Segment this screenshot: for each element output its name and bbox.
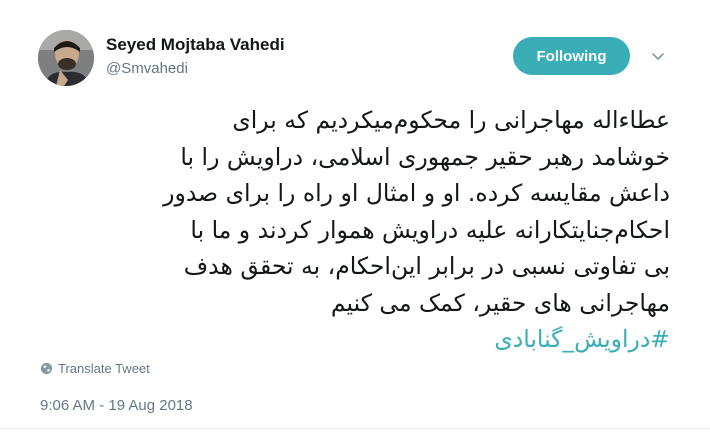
hashtag-link[interactable]: #دراویش_گنابادی xyxy=(30,321,670,358)
tweet-text-line: داعش مقایسه کرده. او و امثال او راه را ب… xyxy=(163,179,670,207)
avatar-image xyxy=(38,30,94,86)
tweet-timestamp[interactable]: 9:06 AM - 19 Aug 2018 xyxy=(40,397,193,414)
display-name[interactable]: Seyed Mojtaba Vahedi xyxy=(106,35,285,55)
tweet-text-line: عطاءاله مهاجرانی را محکوم‌میکردیم که برا… xyxy=(232,106,670,134)
user-handle[interactable]: @Smvahedi xyxy=(106,60,188,77)
chevron-down-icon[interactable] xyxy=(648,46,668,66)
globe-icon xyxy=(40,362,53,375)
divider xyxy=(0,428,710,429)
tweet-text-line: خوشامد رهبر حقیر جمهوری اسلامی، دراویش ر… xyxy=(180,142,670,171)
tweet-card: Seyed Mojtaba Vahedi @Smvahedi Following… xyxy=(0,0,710,432)
following-button[interactable]: Following xyxy=(513,37,630,75)
tweet-text-line: احکام‌جنایتکارانه علیه دراویش هموار کردن… xyxy=(190,215,670,244)
avatar[interactable] xyxy=(38,30,94,86)
translate-tweet-label[interactable]: Translate Tweet xyxy=(58,361,150,376)
tweet-text-line: مهاجرانی های حقیر، کمک می کنیم xyxy=(330,288,670,317)
tweet-text: عطاءاله مهاجرانی را محکوم‌میکردیم که برا… xyxy=(30,102,670,358)
translate-tweet-link[interactable]: Translate Tweet xyxy=(40,361,150,376)
tweet-text-line: بی تفاوتی نسبی در برابر این‌احکام، به تح… xyxy=(183,252,670,280)
